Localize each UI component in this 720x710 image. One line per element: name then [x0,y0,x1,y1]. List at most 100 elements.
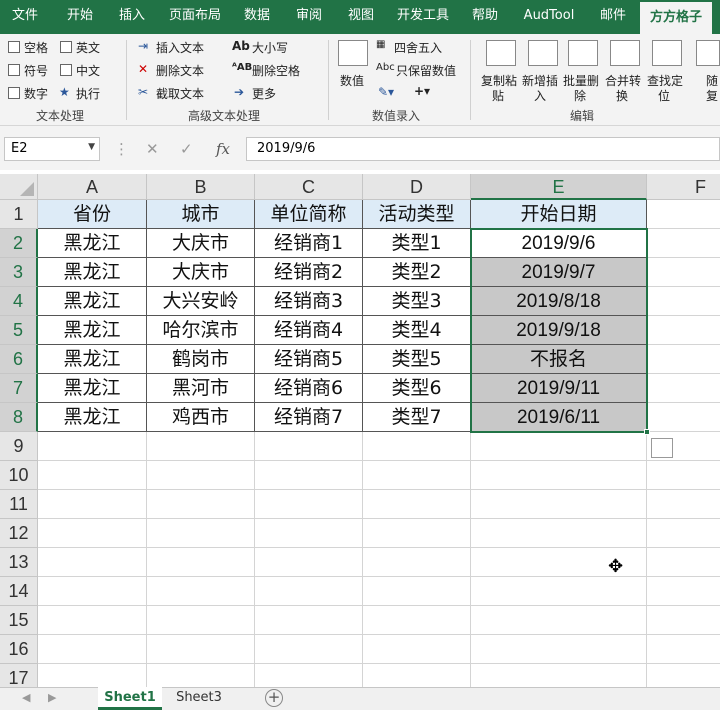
table-cell[interactable]: 黑龙江 [38,258,147,287]
empty-cell[interactable] [471,490,647,519]
table-cell[interactable]: 类型7 [363,403,471,432]
tab-developer[interactable]: 开发工具 [390,0,456,34]
tab-insert[interactable]: 插入 [108,0,156,34]
worksheet-grid[interactable]: A B C D E F 1 2 3 4 5 6 7 8 9 10 11 12 1… [0,170,720,687]
checkbox-symbol[interactable] [8,64,20,76]
table-cell[interactable]: 类型3 [363,287,471,316]
table-cell[interactable]: 经销商7 [255,403,363,432]
tab-help[interactable]: 帮助 [462,0,508,34]
empty-cell[interactable] [38,577,147,606]
empty-cell[interactable] [647,461,720,490]
row-header[interactable]: 10 [0,461,38,490]
empty-cell[interactable] [38,548,147,577]
empty-cell[interactable] [471,432,647,461]
table-cell[interactable]: 类型6 [363,374,471,403]
empty-cell[interactable] [363,664,471,687]
table-cell[interactable]: 黑龙江 [38,374,147,403]
empty-cell[interactable] [255,664,363,687]
table-cell[interactable]: 黑河市 [147,374,255,403]
checkbox-chinese[interactable] [60,64,72,76]
column-header-d[interactable]: D [363,174,471,200]
empty-cell[interactable] [255,519,363,548]
table-cell[interactable]: 大兴安岭 [147,287,255,316]
table-header-cell[interactable]: 城市 [147,200,255,229]
empty-cell[interactable] [363,606,471,635]
empty-cell[interactable] [147,490,255,519]
empty-cell[interactable] [38,461,147,490]
table-cell[interactable]: 哈尔滨市 [147,316,255,345]
table-cell[interactable]: 黑龙江 [38,345,147,374]
column-header-c[interactable]: C [255,174,363,200]
empty-cell[interactable] [255,606,363,635]
table-cell[interactable]: 鸡西市 [147,403,255,432]
number-button[interactable]: 数值 [340,72,364,89]
name-box[interactable]: E2 ▼ [4,137,100,161]
empty-cell[interactable] [363,461,471,490]
row-header[interactable]: 9 [0,432,38,461]
empty-cell[interactable] [255,490,363,519]
tab-fangfang[interactable]: 方方格子 [640,0,712,34]
table-cell[interactable]: 黑龙江 [38,403,147,432]
delete-text-button[interactable]: 删除文本 [156,62,204,79]
round-button[interactable]: 四舍五入 [394,39,442,56]
tab-page-layout[interactable]: 页面布局 [162,0,228,34]
row-header[interactable]: 14 [0,577,38,606]
table-cell[interactable]: 经销商1 [255,229,363,258]
empty-cell[interactable] [647,229,720,258]
empty-cell[interactable] [147,606,255,635]
empty-cell[interactable] [363,635,471,664]
empty-cell[interactable] [647,548,720,577]
row-header[interactable]: 4 [0,287,38,316]
row-header[interactable]: 8 [0,403,38,432]
table-cell[interactable]: 经销商2 [255,258,363,287]
table-cell[interactable]: 2019/9/7 [471,258,647,287]
cancel-icon[interactable]: ✕ [146,140,159,158]
table-header-cell[interactable]: 单位简称 [255,200,363,229]
table-cell[interactable]: 2019/6/11 [471,403,647,432]
table-cell[interactable]: 经销商3 [255,287,363,316]
table-cell[interactable]: 2019/9/18 [471,316,647,345]
table-cell[interactable]: 黑龙江 [38,287,147,316]
keep-value-button[interactable]: 只保留数值 [396,62,456,79]
empty-cell[interactable] [363,548,471,577]
fill-handle[interactable] [644,429,650,435]
table-cell[interactable]: 2019/8/18 [471,287,647,316]
formula-input[interactable]: 2019/9/6 [246,137,720,161]
empty-cell[interactable] [647,345,720,374]
empty-cell[interactable] [647,258,720,287]
add-sheet-icon[interactable]: + [265,689,283,707]
checkbox-english[interactable] [60,41,72,53]
empty-cell[interactable] [363,519,471,548]
quick-analysis-icon[interactable] [651,438,673,458]
empty-cell[interactable] [471,577,647,606]
chevron-down-icon[interactable]: ▼ [88,142,95,152]
table-cell[interactable]: 黑龙江 [38,229,147,258]
more-button[interactable]: 更多 [252,85,276,102]
insert-text-button[interactable]: 插入文本 [156,39,204,56]
empty-cell[interactable] [255,635,363,664]
table-cell[interactable]: 大庆市 [147,229,255,258]
table-cell[interactable]: 类型4 [363,316,471,345]
enter-icon[interactable]: ✓ [180,140,193,158]
table-cell[interactable]: 不报名 [471,345,647,374]
empty-cell[interactable] [647,200,720,229]
row-header[interactable]: 6 [0,345,38,374]
table-cell[interactable]: 经销商5 [255,345,363,374]
empty-cell[interactable] [647,606,720,635]
table-header-cell[interactable]: 开始日期 [471,200,647,229]
row-header[interactable]: 12 [0,519,38,548]
plus-icon[interactable]: +▾ [414,84,430,98]
edit-icon[interactable]: ✎▾ [378,85,394,99]
empty-cell[interactable] [255,577,363,606]
empty-cell[interactable] [147,664,255,687]
tab-data[interactable]: 数据 [234,0,280,34]
row-header[interactable]: 15 [0,606,38,635]
select-all-corner[interactable] [0,174,38,200]
empty-cell[interactable] [471,519,647,548]
empty-cell[interactable] [255,548,363,577]
empty-cell[interactable] [147,548,255,577]
tab-audtool[interactable]: AudTool [514,0,584,34]
tab-mail[interactable]: 邮件 [590,0,636,34]
empty-cell[interactable] [471,635,647,664]
empty-cell[interactable] [647,664,720,687]
